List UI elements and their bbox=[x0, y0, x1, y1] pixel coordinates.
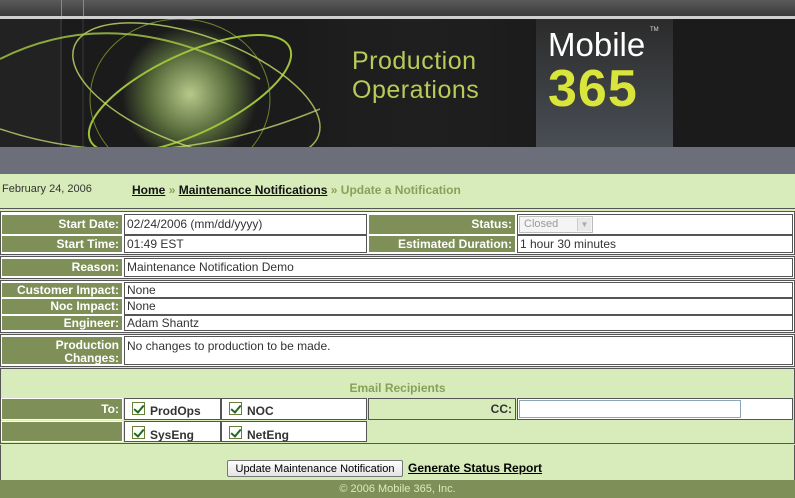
cc-cell bbox=[517, 398, 793, 420]
update-notification-button[interactable]: Update Maintenance Notification bbox=[227, 460, 403, 477]
status-cell: Closed ▼ bbox=[517, 214, 793, 235]
generate-status-report-link[interactable]: Generate Status Report bbox=[408, 461, 542, 475]
breadcrumb-maintenance-link[interactable]: Maintenance Notifications bbox=[179, 183, 328, 197]
noc-impact-label: Noc Impact: bbox=[1, 298, 123, 315]
breadcrumb-current: Update a Notification bbox=[340, 183, 461, 197]
current-date: February 24, 2006 bbox=[2, 183, 92, 195]
footer-copyright: © 2006 Mobile 365, Inc. bbox=[0, 480, 795, 498]
banner-title-line2: Operations bbox=[352, 76, 480, 104]
syseng-label: SysEng bbox=[150, 428, 195, 442]
syseng-checkbox[interactable] bbox=[132, 426, 145, 439]
reason-value: Maintenance Notification Demo bbox=[124, 258, 793, 277]
status-select-value: Closed bbox=[524, 218, 559, 230]
estimated-duration-value: 1 hour 30 minutes bbox=[517, 235, 793, 253]
recipient-prodops: ProdOps bbox=[124, 398, 221, 420]
breadcrumb-separator: » bbox=[330, 183, 338, 197]
breadcrumb-separator: » bbox=[168, 183, 176, 197]
prodops-label: ProdOps bbox=[150, 404, 201, 418]
email-recipients-heading: Email Recipients bbox=[349, 381, 446, 395]
start-time-value: 01:49 EST bbox=[124, 235, 367, 253]
breadcrumb: Home » Maintenance Notifications » Updat… bbox=[132, 183, 461, 197]
banner-title-line1: Production bbox=[352, 47, 477, 75]
recipient-neteng: NetEng bbox=[221, 421, 367, 442]
logo-word: Mobile bbox=[548, 26, 646, 63]
logo-tm: TM bbox=[650, 27, 659, 33]
production-changes-label-line2: Changes: bbox=[64, 351, 119, 365]
logo-number: 365 bbox=[548, 60, 638, 118]
customer-impact-value: None bbox=[124, 282, 793, 298]
breadcrumb-home-link[interactable]: Home bbox=[132, 183, 165, 197]
start-date-label: Start Date: bbox=[1, 214, 123, 235]
cc-label: CC: bbox=[368, 398, 516, 420]
chevron-down-icon: ▼ bbox=[577, 218, 591, 231]
status-select[interactable]: Closed ▼ bbox=[519, 216, 593, 233]
to-label: To: bbox=[1, 398, 123, 420]
start-time-label: Start Time: bbox=[1, 235, 123, 253]
noc-checkbox[interactable] bbox=[229, 402, 242, 415]
start-date-value: 02/24/2006 (mm/dd/yyyy) bbox=[124, 214, 367, 235]
estimated-duration-label: Estimated Duration: bbox=[368, 235, 516, 253]
status-label: Status: bbox=[368, 214, 516, 235]
neteng-checkbox[interactable] bbox=[229, 426, 242, 439]
engineer-value: Adam Shantz bbox=[124, 315, 793, 331]
mobile365-logo: Mobile TM 365 bbox=[536, 19, 673, 147]
prodops-checkbox[interactable] bbox=[132, 402, 145, 415]
top-strip bbox=[0, 0, 795, 16]
production-changes-value: No changes to production to be made. bbox=[124, 336, 793, 365]
noc-label: NOC bbox=[247, 404, 274, 418]
reason-label: Reason: bbox=[1, 258, 123, 277]
noc-impact-value: None bbox=[124, 298, 793, 315]
header-bottom-bar bbox=[0, 147, 795, 174]
production-changes-label: Production Changes: bbox=[1, 336, 123, 365]
neteng-label: NetEng bbox=[247, 428, 289, 442]
recipient-noc: NOC bbox=[221, 398, 367, 420]
divider bbox=[0, 208, 795, 209]
cc-input[interactable] bbox=[519, 400, 741, 418]
customer-impact-label: Customer Impact: bbox=[1, 282, 123, 298]
header-banner: Production Operations Mobile TM 365 bbox=[0, 16, 795, 147]
recipient-syseng: SysEng bbox=[124, 421, 221, 442]
engineer-label: Engineer: bbox=[1, 315, 123, 331]
to-label-spacer bbox=[1, 421, 123, 442]
